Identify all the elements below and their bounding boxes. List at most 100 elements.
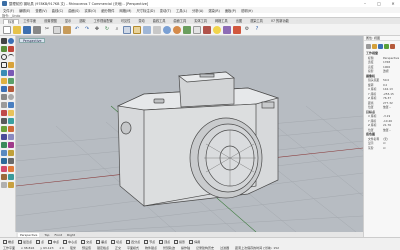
zoom-extents-icon[interactable]	[123, 25, 131, 34]
cylinder-icon[interactable]	[1, 102, 7, 108]
menu-transform[interactable]: 变动(T)	[160, 8, 171, 13]
material-icon[interactable]	[223, 25, 231, 34]
close-icon[interactable]: ✕	[386, 0, 400, 7]
hide-icon[interactable]	[1, 182, 7, 188]
pan-icon[interactable]: ✥	[93, 26, 101, 34]
zoom-icon[interactable]: ⌕	[113, 26, 121, 34]
block-icon[interactable]	[8, 174, 14, 180]
filter-toggle[interactable]: 过滤器	[220, 246, 229, 250]
freeform-icon[interactable]	[1, 70, 7, 76]
property-row[interactable]: 灰阶 ☑	[364, 146, 400, 151]
viewport-canvas[interactable]	[16, 36, 363, 232]
scale-icon[interactable]	[8, 142, 14, 148]
current-layer[interactable]: 预设值	[82, 246, 91, 250]
osnap-near[interactable]: 最近点	[18, 240, 32, 244]
osnap-disable[interactable]: 停用	[189, 240, 200, 244]
light-icon[interactable]	[213, 25, 221, 34]
menu-surface[interactable]: 曲面(S)	[68, 8, 79, 13]
menu-tools[interactable]: 工具(L)	[176, 8, 187, 13]
grid-snap-toggle[interactable]: 锁定格点	[97, 246, 109, 250]
osnap-intersection[interactable]: 交点	[81, 240, 92, 244]
menu-dimension[interactable]: 尺寸标注(D)	[136, 8, 154, 13]
rotate-view-icon[interactable]: ↻	[103, 26, 111, 34]
group-icon[interactable]	[1, 174, 7, 180]
redo-icon[interactable]: ↷	[83, 26, 91, 34]
split-icon[interactable]	[8, 118, 14, 124]
lock-icon[interactable]	[8, 182, 14, 188]
help-icon[interactable]: ?	[253, 26, 261, 34]
print-icon[interactable]	[33, 25, 41, 34]
extrude-icon[interactable]	[8, 78, 14, 84]
shaded-display-icon[interactable]	[163, 25, 171, 34]
osnap-vertex[interactable]: 顶点	[159, 240, 170, 244]
rectangle-icon[interactable]	[1, 62, 7, 68]
ortho-toggle[interactable]: 正交	[115, 246, 121, 250]
menu-analyze[interactable]: 分析(A)	[192, 8, 203, 13]
arc-icon[interactable]	[8, 54, 14, 60]
render-tool-icon[interactable]	[8, 166, 14, 172]
render-icon[interactable]	[233, 25, 241, 34]
osnap-center[interactable]: 中心点	[63, 240, 77, 244]
box-icon[interactable]	[1, 94, 7, 100]
move-icon[interactable]	[1, 134, 7, 140]
menu-help[interactable]: 说明(H)	[241, 8, 253, 13]
gumball-toggle[interactable]: 操作轴	[181, 246, 190, 250]
analyze-icon[interactable]	[1, 166, 7, 172]
copy-object-icon[interactable]	[8, 134, 14, 140]
viewport-title[interactable]: Perspective	[19, 38, 46, 43]
zoom-selected-icon[interactable]	[133, 25, 141, 34]
history-toggle[interactable]: 记录建构历史	[196, 246, 214, 250]
open-file-icon[interactable]	[13, 25, 21, 34]
osnap-perpendicular[interactable]: 垂点	[96, 240, 107, 244]
explode-icon[interactable]	[8, 126, 14, 132]
boolean-union-icon[interactable]	[8, 102, 14, 108]
view-tab-top[interactable]: Top	[44, 233, 49, 237]
layers-icon[interactable]	[372, 43, 377, 49]
sphere-icon[interactable]	[8, 94, 14, 100]
menu-panels[interactable]: 面板(P)	[225, 8, 236, 13]
join-icon[interactable]	[1, 126, 7, 132]
select-arrow-icon[interactable]	[1, 38, 7, 44]
object-properties-icon[interactable]	[366, 43, 371, 49]
circle-icon[interactable]	[1, 54, 7, 60]
dimension-icon[interactable]	[1, 158, 7, 164]
planar-toggle[interactable]: 平面模式	[127, 246, 139, 250]
undo-icon[interactable]: ↶	[73, 26, 81, 34]
osnap-toggle[interactable]: 物件锁点	[145, 246, 157, 250]
curve-icon[interactable]	[8, 46, 14, 52]
fillet-icon[interactable]	[8, 110, 14, 116]
render-panel-icon[interactable]	[390, 43, 395, 49]
polyline-icon[interactable]	[1, 46, 7, 52]
rotate-icon[interactable]	[1, 142, 7, 148]
rendered-display-icon[interactable]	[173, 25, 181, 34]
osnap-tangent[interactable]: 切点	[111, 240, 122, 244]
smarttrack-toggle[interactable]: 智慧轨迹	[163, 246, 175, 250]
loft-icon[interactable]	[1, 86, 7, 92]
osnap-project[interactable]: 投影	[174, 240, 185, 244]
layer-icon[interactable]	[183, 25, 191, 34]
help-panel-icon[interactable]	[384, 43, 389, 49]
properties-icon[interactable]	[193, 25, 201, 34]
polygon-icon[interactable]	[8, 62, 14, 68]
paste-icon[interactable]	[63, 25, 71, 34]
sweep-icon[interactable]	[8, 86, 14, 92]
menu-subd[interactable]: 细分物件	[101, 8, 114, 13]
osnap-point[interactable]: 点	[36, 240, 44, 244]
copy-icon[interactable]	[53, 25, 61, 34]
minimize-icon[interactable]: –	[358, 0, 372, 7]
perspective-viewport[interactable]: Perspective	[16, 36, 363, 232]
surface-icon[interactable]	[1, 78, 7, 84]
menu-solid[interactable]: 实体(O)	[84, 8, 96, 13]
view-tab-right[interactable]: Right	[67, 233, 75, 237]
viewport-4-icon[interactable]	[143, 25, 151, 34]
menu-curve[interactable]: 曲线(C)	[52, 8, 63, 13]
object-snap-icon[interactable]	[203, 25, 211, 34]
menu-mesh[interactable]: 网格(M)	[119, 8, 131, 13]
new-file-icon[interactable]	[3, 25, 11, 34]
menu-view[interactable]: 查看(V)	[35, 8, 46, 13]
mirror-icon[interactable]	[1, 150, 7, 156]
cplane-icon[interactable]	[153, 25, 161, 34]
osnap-mid[interactable]: 中点	[48, 240, 59, 244]
camera-model[interactable]	[116, 71, 280, 207]
cut-icon[interactable]: ✂	[43, 26, 51, 34]
